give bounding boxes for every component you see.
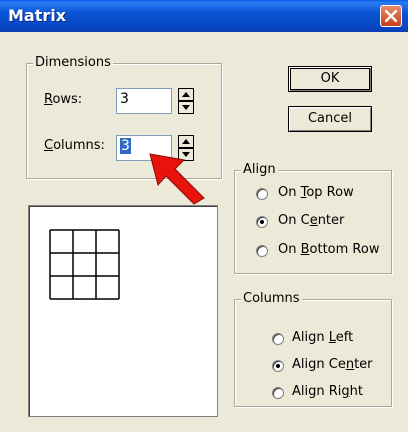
dimensions-group-label: Dimensions [33,55,113,70]
columns-input-selected-text: 3 [120,138,131,154]
radio-align-center[interactable] [272,360,284,372]
dialog-client-area: Dimensions Rows: 3 Columns: 3 OK Cancel … [0,32,408,432]
on-top-row-label: On Top Row [278,185,354,200]
radio-on-bottom-row[interactable] [256,245,268,257]
align-left-label: Align Left [292,330,354,345]
radio-on-center[interactable] [256,216,268,228]
close-button[interactable] [380,5,402,27]
cancel-button[interactable]: Cancel [288,106,372,132]
rows-input[interactable]: 3 [116,88,172,114]
radio-on-top-row[interactable] [256,188,268,200]
align-center-label: Align Center [292,357,373,372]
align-group-label: Align [241,162,278,177]
on-bottom-row-label: On Bottom Row [278,242,380,257]
radio-align-right[interactable] [272,387,284,399]
annotation-arrow-icon [149,153,205,205]
align-right-label: Align Right [292,384,363,399]
columns-label: Columns: [44,138,105,153]
title-bar[interactable]: Matrix [0,0,408,32]
arrow-down-icon [182,105,190,110]
close-icon [385,10,397,22]
rows-increment-button[interactable] [178,88,194,101]
arrow-up-icon [182,92,190,97]
matrix-preview [28,205,218,417]
ok-button[interactable]: OK [288,66,372,92]
matrix-grid-preview [49,229,120,300]
columns-increment-button[interactable] [178,135,194,148]
window-title: Matrix [8,6,67,25]
rows-stepper[interactable] [178,88,194,114]
rows-decrement-button[interactable] [178,101,194,114]
arrow-up-icon [182,139,190,144]
rows-label: Rows: [44,92,83,107]
on-center-label: On Center [278,213,345,228]
columns-group-label: Columns [241,291,302,306]
radio-align-left[interactable] [272,333,284,345]
